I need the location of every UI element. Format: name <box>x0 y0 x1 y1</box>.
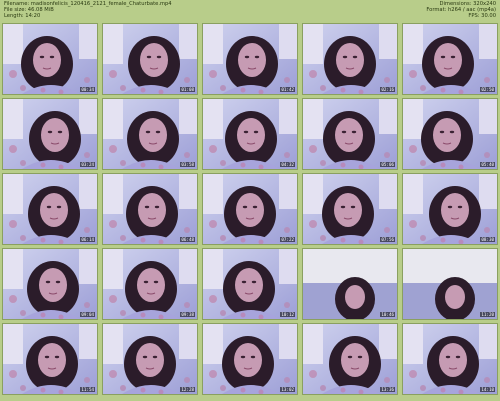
thumbnail-timestamp: 08:30 <box>480 237 495 242</box>
video-thumbnail: 11:54 <box>2 323 98 395</box>
video-thumbnail: 01:42 <box>202 23 298 95</box>
thumbnail-frame-image <box>103 249 197 319</box>
video-thumbnail: 04:32 <box>202 98 298 170</box>
thumbnail-timestamp: 01:08 <box>180 87 195 92</box>
thumbnail-timestamp: 06:48 <box>180 237 195 242</box>
thumbnail-frame-image <box>403 324 497 394</box>
video-thumbnail: 05:06 <box>302 98 398 170</box>
video-thumbnail: 01:08 <box>102 23 198 95</box>
thumbnail-timestamp: 03:24 <box>80 162 95 167</box>
thumbnail-frame-image <box>303 324 397 394</box>
video-thumbnail: 09:38 <box>102 248 198 320</box>
thumbnail-frame-image <box>203 249 297 319</box>
video-thumbnail: 03:24 <box>2 98 98 170</box>
video-thumbnail: 10:12 <box>202 248 298 320</box>
thumbnail-timestamp: 12:28 <box>180 387 195 392</box>
info-left: Filename: madisonfelicis_120416_2121_fem… <box>4 1 172 19</box>
video-thumbnail: 00:34 <box>2 23 98 95</box>
thumbnail-frame-image <box>403 99 497 169</box>
thumbnail-frame-image <box>403 249 497 319</box>
thumbnail-timestamp: 13:36 <box>380 387 395 392</box>
thumbnail-frame-image <box>203 324 297 394</box>
video-thumbnail: 03:58 <box>102 98 198 170</box>
video-thumbnail: 09:04 <box>2 248 98 320</box>
thumbnail-frame-image <box>303 249 397 319</box>
thumbnail-timestamp: 02:16 <box>380 87 395 92</box>
video-thumbnail: 07:22 <box>202 173 298 245</box>
thumbnail-grid: 00:34 01:08 01:42 02:16 02:50 03:24 03:5… <box>2 23 498 399</box>
thumbnail-timestamp: 01:42 <box>280 87 295 92</box>
thumbnail-frame-image <box>303 24 397 94</box>
thumbnail-frame-image <box>103 324 197 394</box>
thumbnail-timestamp: 05:40 <box>480 162 495 167</box>
thumbnail-frame-image <box>203 99 297 169</box>
video-thumbnail: 14:10 <box>402 323 498 395</box>
video-thumbnail: 07:56 <box>302 173 398 245</box>
thumbnail-timestamp: 11:54 <box>80 387 95 392</box>
thumbnail-frame-image <box>303 174 397 244</box>
video-thumbnail: 05:40 <box>402 98 498 170</box>
thumbnail-timestamp: 13:02 <box>280 387 295 392</box>
thumbnail-timestamp: 07:22 <box>280 237 295 242</box>
thumbnail-timestamp: 00:34 <box>80 87 95 92</box>
thumbnail-timestamp: 14:10 <box>480 387 495 392</box>
video-thumbnail: 06:14 <box>2 173 98 245</box>
thumbnail-timestamp: 11:20 <box>480 312 495 317</box>
thumbnail-frame-image <box>203 174 297 244</box>
video-thumbnail: 06:48 <box>102 173 198 245</box>
thumbnail-frame-image <box>103 174 197 244</box>
video-thumbnail: 02:50 <box>402 23 498 95</box>
thumbnail-frame-image <box>103 24 197 94</box>
thumbnail-frame-image <box>103 99 197 169</box>
thumbnail-timestamp: 05:06 <box>380 162 395 167</box>
video-thumbnail: 08:30 <box>402 173 498 245</box>
thumbnail-frame-image <box>403 24 497 94</box>
info-right: Dimensions: 320x240 Format: h264 / aac (… <box>426 1 496 19</box>
info-header: Filename: madisonfelicis_120416_2121_fem… <box>0 0 500 22</box>
thumbnail-timestamp: 04:32 <box>280 162 295 167</box>
thumbnail-timestamp: 07:56 <box>380 237 395 242</box>
thumbnail-timestamp: 10:12 <box>280 312 295 317</box>
thumbnail-frame-image <box>303 99 397 169</box>
thumbnail-timestamp: 06:14 <box>80 237 95 242</box>
thumbnail-frame-image <box>203 24 297 94</box>
video-thumbnail: 13:36 <box>302 323 398 395</box>
thumbnail-frame-image <box>3 24 97 94</box>
video-thumbnail: 12:28 <box>102 323 198 395</box>
thumbnail-frame-image <box>403 174 497 244</box>
thumbnail-frame-image <box>3 249 97 319</box>
fps-text: FPS: 30.00 <box>468 13 496 19</box>
thumbnail-timestamp: 10:46 <box>380 312 395 317</box>
video-thumbnail: 02:16 <box>302 23 398 95</box>
thumbnail-timestamp: 09:04 <box>80 312 95 317</box>
thumbnail-timestamp: 03:58 <box>180 162 195 167</box>
thumbnail-frame-image <box>3 324 97 394</box>
thumbnail-frame-image <box>3 174 97 244</box>
thumbnail-timestamp: 09:38 <box>180 312 195 317</box>
video-thumbnail: 11:20 <box>402 248 498 320</box>
thumbnail-timestamp: 02:50 <box>480 87 495 92</box>
thumbnail-frame-image <box>3 99 97 169</box>
video-thumbnail: 10:46 <box>302 248 398 320</box>
length-text: Length: 14:20 <box>4 13 41 19</box>
video-thumbnail: 13:02 <box>202 323 298 395</box>
